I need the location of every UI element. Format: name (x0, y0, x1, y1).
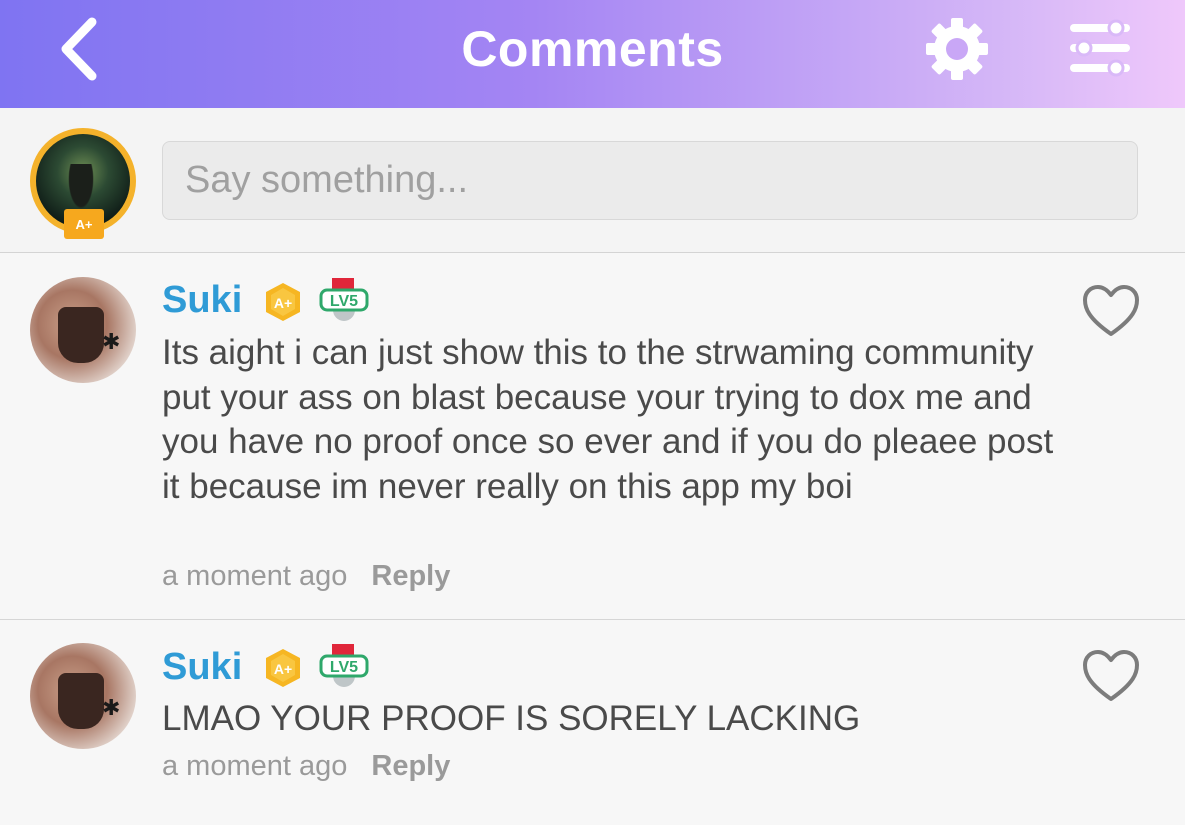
top-bar: Comments (0, 0, 1185, 108)
heart-outline-icon (1083, 650, 1139, 701)
like-button[interactable] (1082, 284, 1140, 338)
role-badge: A+ (262, 281, 304, 323)
author-avatar[interactable]: ✱ (30, 643, 136, 749)
svg-text:A+: A+ (274, 295, 292, 311)
avatar-image (66, 164, 97, 215)
author-name[interactable]: Suki (162, 646, 242, 689)
level-badge: LV5 (318, 276, 370, 322)
svg-text:A+: A+ (274, 661, 292, 677)
level-badge: LV5 (318, 642, 370, 688)
settings-button[interactable] (924, 16, 990, 82)
hexagon-badge-icon: A+ (266, 283, 300, 321)
comment-item: ✱ Suki A+ LV5 Its aight i can just show … (0, 254, 1185, 620)
comment-item: ✱ Suki A+ LV5 LMAO YOUR PROOF IS SORELY … (0, 621, 1185, 825)
hexagon-badge-icon: A+ (266, 649, 300, 687)
sliders-icon (1070, 19, 1130, 77)
heart-outline-icon (1083, 285, 1139, 336)
svg-text:LV5: LV5 (330, 659, 358, 676)
svg-text:LV5: LV5 (330, 293, 358, 310)
filter-button[interactable] (1066, 18, 1134, 78)
author-avatar[interactable]: ✱ (30, 277, 136, 383)
reply-button[interactable]: Reply (371, 750, 450, 783)
spider-icon: ✱ (102, 695, 121, 720)
author-name[interactable]: Suki (162, 279, 242, 322)
gear-icon (926, 18, 988, 80)
comment-meta: a moment ago Reply (162, 750, 450, 783)
reply-button[interactable]: Reply (371, 560, 450, 593)
level-ribbon-icon: LV5 (319, 278, 369, 321)
page-title: Comments (461, 21, 724, 77)
comment-text: Its aight i can just show this to the st… (162, 333, 1054, 506)
avatar-image (58, 673, 104, 729)
my-role-badge: A+ (64, 209, 104, 239)
role-badge: A+ (262, 647, 304, 689)
comment-composer: A+ (0, 108, 1185, 253)
comment-input[interactable] (162, 141, 1138, 220)
avatar-image (58, 307, 104, 363)
timestamp: a moment ago (162, 560, 348, 592)
comment-meta: a moment ago Reply (162, 560, 450, 593)
like-button[interactable] (1082, 649, 1140, 703)
comment-text: LMAO YOUR PROOF IS SORELY LACKING (162, 699, 861, 738)
spider-icon: ✱ (102, 329, 121, 354)
timestamp: a moment ago (162, 750, 348, 782)
level-ribbon-icon: LV5 (319, 644, 369, 687)
